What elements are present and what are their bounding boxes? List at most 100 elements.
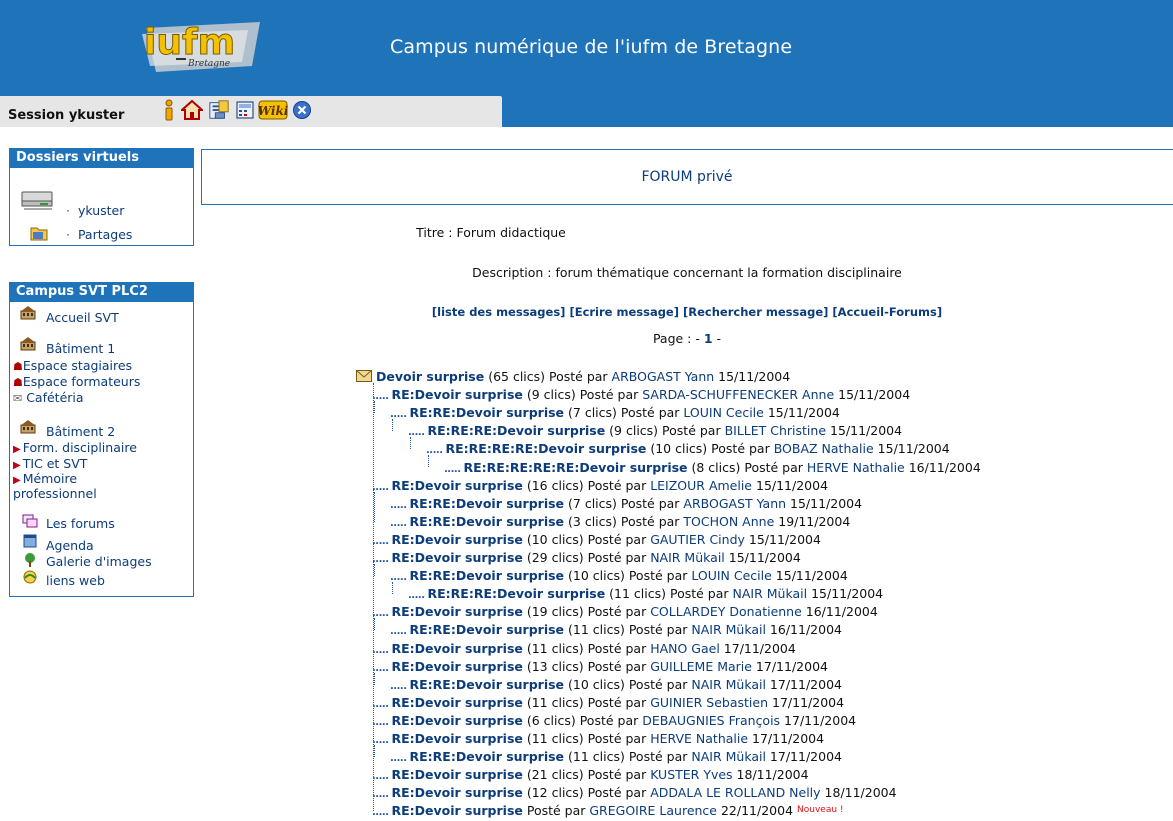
- thread-author-link[interactable]: NAIR Mükail: [691, 622, 766, 637]
- thread-subject-link[interactable]: RE:Devoir surprise: [392, 803, 523, 818]
- thread-subject-link[interactable]: RE:Devoir surprise: [392, 641, 523, 656]
- thread-author-link[interactable]: GUILLEME Marie: [650, 659, 752, 674]
- sidebar-item-form-disciplinaire[interactable]: ▶ Form. disciplinaire: [13, 440, 137, 455]
- info-icon[interactable]: [158, 99, 180, 121]
- thread-date: 17/11/2004: [765, 749, 842, 765]
- thread-author-link[interactable]: LEIZOUR Amelie: [650, 478, 752, 493]
- close-icon[interactable]: [291, 99, 313, 121]
- thread-author-link[interactable]: LOUIN Cecile: [691, 568, 771, 583]
- thread-author-link[interactable]: NAIR Mükail: [691, 749, 766, 764]
- thread-author-link[interactable]: NAIR Mükail: [650, 550, 725, 565]
- thread-subject-link[interactable]: RE:Devoir surprise: [392, 713, 523, 728]
- tree-connector: .....: [372, 698, 389, 710]
- home-icon[interactable]: [181, 99, 203, 121]
- thread-author-link[interactable]: TOCHON Anne: [683, 514, 774, 529]
- sidebar-item-forums[interactable]: Les forums: [46, 516, 115, 531]
- posted-by-label: Posté par: [545, 369, 612, 384]
- thread-author-link[interactable]: BOBAZ Nathalie: [774, 441, 874, 456]
- tree-connector: .....: [372, 535, 389, 547]
- thread-clics: (11 clics): [564, 622, 625, 638]
- thread-author-link[interactable]: HERVE Nathalie: [650, 731, 748, 746]
- thread-subject-link[interactable]: RE:Devoir surprise: [392, 695, 523, 710]
- forum-title: FORUM privé: [641, 169, 733, 185]
- sidebar-item-partages[interactable]: · Partages: [66, 227, 132, 242]
- thread-subject-link[interactable]: RE:Devoir surprise: [392, 532, 523, 547]
- thread-author-link[interactable]: BILLET Christine: [725, 423, 826, 438]
- thread-author-link[interactable]: NAIR Mükail: [691, 677, 766, 692]
- thread-author-link[interactable]: GAUTIER Cindy: [650, 532, 745, 547]
- sidebar-item-label: Cafétéria: [26, 390, 84, 405]
- thread-subject-link[interactable]: RE:Devoir surprise: [392, 785, 523, 800]
- sidebar-item-agenda[interactable]: Agenda: [46, 538, 94, 553]
- thread-subject-link[interactable]: RE:RE:RE:RE:Devoir surprise: [446, 441, 647, 456]
- thread-author-link[interactable]: DEBAUGNIES François: [642, 713, 780, 728]
- thread-clics: (21 clics): [522, 767, 584, 783]
- thread-subject-link[interactable]: RE:RE:Devoir surprise: [410, 677, 565, 692]
- logo-subtext: Bretagne: [187, 59, 230, 69]
- iufm-logo[interactable]: iufm Bretagne: [136, 16, 262, 74]
- thread-subject-link[interactable]: RE:RE:RE:Devoir surprise: [428, 423, 606, 438]
- thread-clics: (10 clics): [564, 676, 625, 692]
- sidebar-item-professionnel[interactable]: professionnel: [13, 486, 97, 501]
- sidebar-item-ykuster[interactable]: · ykuster: [66, 203, 124, 218]
- thread-subject-link[interactable]: RE:RE:Devoir surprise: [410, 622, 565, 637]
- thread-clics: (12 clics): [522, 785, 584, 801]
- thread-author-link[interactable]: KUSTER Yves: [650, 767, 732, 782]
- thread-author-link[interactable]: COLLARDEY Donatienne: [650, 604, 802, 619]
- thread-subject-link[interactable]: RE:RE:Devoir surprise: [410, 568, 565, 583]
- thread-subject-link[interactable]: RE:Devoir surprise: [392, 604, 523, 619]
- thread-subject-link[interactable]: RE:RE:Devoir surprise: [410, 496, 565, 511]
- sidebar-item-cafeteria[interactable]: ✉ Cafétéria: [13, 390, 84, 405]
- thread-subject-link[interactable]: RE:RE:Devoir surprise: [410, 514, 565, 529]
- thread-subject-link[interactable]: RE:Devoir surprise: [392, 767, 523, 782]
- link-liste-messages[interactable]: [liste des messages]: [432, 305, 566, 319]
- thread-date: 16/11/2004: [801, 604, 878, 620]
- sidebar-item-espace-formateurs[interactable]: ☗Espace formateurs: [13, 374, 140, 389]
- thread-author-link[interactable]: HANO Gael: [650, 641, 720, 656]
- page-prefix: Page : -: [652, 331, 700, 346]
- thread-author-link[interactable]: GUINIER Sebastien: [650, 695, 768, 710]
- posted-by-label: Posté par: [583, 694, 651, 710]
- page-number[interactable]: 1: [704, 331, 713, 346]
- thread-author-link[interactable]: ARBOGAST Yann: [612, 369, 715, 384]
- thread-subject-link[interactable]: RE:RE:RE:Devoir surprise: [428, 586, 606, 601]
- thread-subject-link[interactable]: RE:Devoir surprise: [392, 550, 523, 565]
- link-accueil-forums[interactable]: [Accueil-Forums]: [832, 305, 942, 319]
- thread-subject-link[interactable]: Devoir surprise: [376, 369, 484, 384]
- arrow-right-icon: ▶: [13, 460, 21, 471]
- thread-clics: (11 clics): [522, 731, 584, 746]
- thread-author-link[interactable]: GREGOIRE Laurence: [589, 803, 717, 818]
- sidebar-item-memoire[interactable]: ▶ Mémoire: [13, 471, 77, 486]
- documents-icon[interactable]: [208, 99, 230, 121]
- forum-description: Description : forum thématique concernan…: [472, 265, 902, 280]
- link-rechercher-message[interactable]: [Rechercher message]: [683, 305, 828, 319]
- thread-subject-link[interactable]: RE:RE:Devoir surprise: [410, 405, 565, 420]
- thread-subject-link[interactable]: RE:RE:Devoir surprise: [410, 749, 565, 764]
- thread-subject-link[interactable]: RE:Devoir surprise: [392, 731, 523, 746]
- thread-subject-link[interactable]: RE:Devoir surprise: [392, 478, 523, 493]
- thread-date: 15/11/2004: [826, 423, 903, 439]
- thread-subject-link[interactable]: RE:RE:RE:RE:RE:Devoir surprise: [464, 460, 688, 475]
- thread-author-link[interactable]: SARDA-SCHUFFENECKER Anne: [642, 387, 834, 402]
- thread-author-link[interactable]: HERVE Nathalie: [807, 460, 905, 475]
- forum-nav-links: [liste des messages] [Ecrire message] [R…: [201, 305, 1173, 319]
- sidebar-item-galerie[interactable]: Galerie d'images: [46, 554, 152, 569]
- thread-date: 17/11/2004: [748, 731, 825, 746]
- calculator-icon[interactable]: [234, 99, 256, 121]
- sidebar-item-accueil-svt[interactable]: Accueil SVT: [46, 310, 119, 325]
- sidebar-item-liens-web[interactable]: liens web: [46, 573, 105, 588]
- forums-icon: [22, 514, 38, 531]
- posted-by-label: Posté par: [583, 731, 651, 746]
- thread-author-link[interactable]: ARBOGAST Yann: [683, 496, 786, 511]
- wiki-icon[interactable]: Wiki: [258, 99, 288, 121]
- thread-subject-link[interactable]: RE:Devoir surprise: [392, 387, 523, 402]
- thread-author-link[interactable]: ADDALA LE ROLLAND Nelly: [650, 785, 820, 800]
- sidebar-item-espace-stagiaires[interactable]: ☗Espace stagiaires: [13, 358, 132, 373]
- thread-author-link[interactable]: NAIR Mükail: [733, 586, 808, 601]
- sidebar-item-tic-svt[interactable]: ▶ TIC et SVT: [13, 456, 87, 471]
- thread-date: 15/11/2004: [744, 531, 821, 547]
- thread-author-link[interactable]: LOUIN Cecile: [683, 405, 763, 420]
- thread-subject-link[interactable]: RE:Devoir surprise: [392, 659, 523, 674]
- link-ecrire-message[interactable]: [Ecrire message]: [569, 305, 679, 319]
- thread-row: ..... RE:Devoir surprise (10 clics) Posté…: [372, 531, 821, 548]
